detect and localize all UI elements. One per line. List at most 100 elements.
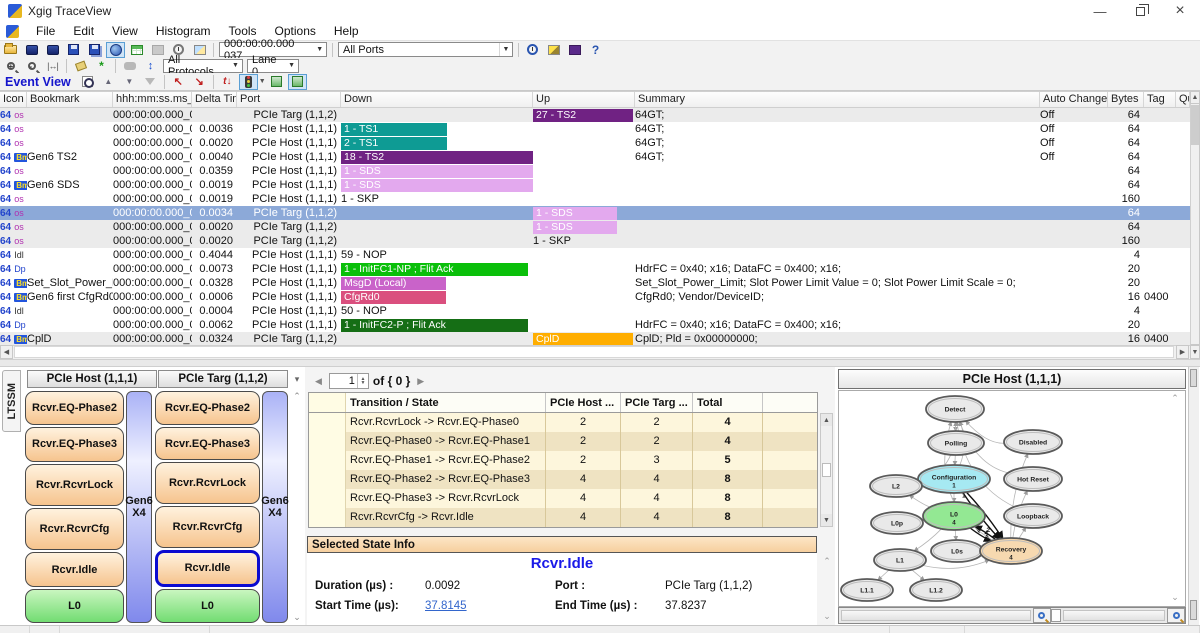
open-trace-button[interactable] <box>1 42 20 58</box>
search-button[interactable] <box>120 58 139 74</box>
column-header-hhh-mm-ss-ms-us[interactable]: hhh:mm:ss.ms_us <box>113 92 192 107</box>
table-row[interactable]: 64 BmGen6 TS2000:00:00.000_0370.0040PCIe… <box>0 150 1190 164</box>
transition-row[interactable]: Rcvr.RcvrLock -> Rcvr.EQ-Phase0224 <box>309 413 817 432</box>
report-button[interactable] <box>148 42 167 58</box>
table-row[interactable]: 64 os000:00:00.000_0370.0020PCIe Targ (1… <box>0 220 1190 234</box>
trigger-button[interactable]: t↓ <box>218 74 237 90</box>
zoom-track[interactable] <box>1063 610 1165 621</box>
chevron-down-icon[interactable]: ⌄ <box>823 611 831 622</box>
transition-row[interactable]: Rcvr.EQ-Phase3 -> Rcvr.RcvrLock448 <box>309 489 817 508</box>
updown-button[interactable]: ↕ <box>141 58 160 74</box>
ltssm-tab[interactable]: LTSSM <box>2 370 21 432</box>
horizontal-scroll-track[interactable] <box>14 346 1174 358</box>
state-node-configuration[interactable]: Configuration1 <box>918 465 990 493</box>
page-spinner[interactable]: 1 ▲▼ <box>329 373 369 389</box>
ltssm-state-rcvr-rcvrcfg[interactable]: Rcvr.RcvrCfg <box>155 506 260 548</box>
table-row[interactable]: 64 BmSet_Slot_Power_Limit000:00:00.000_0… <box>0 276 1190 290</box>
ltssm-state-rcvr-idle[interactable]: Rcvr.Idle <box>155 550 260 588</box>
scroll-up-button[interactable]: ▲ <box>1190 91 1200 104</box>
transition-column-0[interactable]: Transition / State <box>346 393 546 412</box>
column-header-delta-time[interactable]: Delta Time <box>192 92 237 107</box>
table-row[interactable]: 64 os000:00:00.000_0370.0359PCIe Host (1… <box>0 164 1190 178</box>
scroll-right-button[interactable]: ▶ <box>1176 345 1189 359</box>
close-button[interactable]: × <box>1160 0 1200 22</box>
table-row[interactable]: 64 BmCplD000:00:00.000_0380.0324PCIe Tar… <box>0 332 1190 345</box>
chevron-up-icon[interactable]: ⌃ <box>293 391 301 402</box>
select-event-button[interactable] <box>78 74 97 90</box>
import-button[interactable] <box>22 42 41 58</box>
transition-row[interactable]: Rcvr.RcvrCfg -> Rcvr.Idle448 <box>309 508 817 527</box>
zoom-track[interactable] <box>841 610 1031 621</box>
menu-view[interactable]: View <box>103 24 147 38</box>
column-header-summary[interactable]: Summary <box>635 92 1040 107</box>
capture-view-button[interactable] <box>106 42 125 58</box>
ltssm-state-rcvr-eq-phase2[interactable]: Rcvr.EQ-Phase2 <box>25 391 124 425</box>
chevron-down-icon[interactable]: ▼ <box>259 78 266 85</box>
table-row[interactable]: 64 Dp000:00:00.000_0380.0062PCIe Host (1… <box>0 318 1190 332</box>
ltssm-state-rcvr-rcvrcfg[interactable]: Rcvr.RcvrCfg <box>25 508 124 550</box>
ltssm-state-rcvr-eq-phase2[interactable]: Rcvr.EQ-Phase2 <box>155 391 260 425</box>
fit-width-button[interactable]: |↔| <box>43 58 62 74</box>
traffic-light-button[interactable] <box>239 74 258 90</box>
ltssm-state-l0[interactable]: L0 <box>25 589 124 623</box>
state-node-l0[interactable]: L04 <box>923 502 985 530</box>
protocols-combo[interactable]: All Protocols ▼ <box>163 59 243 73</box>
column-header-qu[interactable]: Qu <box>1176 92 1190 107</box>
table-row[interactable]: 64 Idl000:00:00.000_0380.0004PCIe Host (… <box>0 304 1190 318</box>
ports-combo[interactable]: All Ports ▼ <box>338 42 513 57</box>
menu-options[interactable]: Options <box>266 24 325 38</box>
chevron-up-icon[interactable]: ⌃ <box>823 556 831 567</box>
menu-help[interactable]: Help <box>325 24 368 38</box>
filter-button[interactable] <box>141 74 160 90</box>
expand-all-button[interactable] <box>267 74 286 90</box>
state-node-l1[interactable]: L1 <box>874 549 926 571</box>
menu-histogram[interactable]: Histogram <box>147 24 220 38</box>
scroll-down-button[interactable]: ▼ <box>821 514 832 526</box>
ltssm-state-rcvr-eq-phase3[interactable]: Rcvr.EQ-Phase3 <box>25 427 124 461</box>
scroll-left-button[interactable]: ◀ <box>0 345 13 359</box>
state-node-disabled[interactable]: Disabled <box>1004 430 1062 454</box>
state-node-detect[interactable]: Detect <box>926 396 984 422</box>
diagram-zoom-out-button[interactable] <box>1033 608 1051 623</box>
table-row[interactable]: 64 os000:00:00.000_0370.0034PCIe Targ (1… <box>0 206 1190 220</box>
export-button[interactable] <box>43 42 62 58</box>
nav-prev-button[interactable]: ◀ <box>312 376 325 387</box>
transition-row[interactable]: Rcvr.EQ-Phase1 -> Rcvr.EQ-Phase2235 <box>309 451 817 470</box>
zoom-in-button[interactable]: + <box>1 58 20 74</box>
statistics-button[interactable] <box>523 42 542 58</box>
scroll-down-button[interactable]: ▼ <box>1190 345 1200 359</box>
vertical-scroll-thumb[interactable] <box>1191 105 1199 145</box>
tag-button[interactable] <box>71 58 90 74</box>
sync-button[interactable]: * <box>92 58 111 74</box>
side-tab-handle[interactable] <box>1190 369 1197 387</box>
menu-edit[interactable]: Edit <box>64 24 103 38</box>
save-all-button[interactable] <box>85 42 104 58</box>
side-tab-handle[interactable] <box>1190 600 1197 620</box>
column-header-icon[interactable]: Icon <box>0 92 27 107</box>
state-node-recovery[interactable]: Recovery4 <box>980 538 1042 564</box>
table-row[interactable]: 64 BmGen6 SDS000:00:00.000_0370.0019PCIe… <box>0 178 1190 192</box>
zoom-out-button[interactable]: - <box>22 58 41 74</box>
transition-column-3[interactable]: Total <box>693 393 763 412</box>
minimize-button[interactable]: — <box>1080 0 1120 22</box>
transition-row[interactable]: Rcvr.EQ-Phase2 -> Rcvr.EQ-Phase3448 <box>309 470 817 489</box>
ltssm-state-rcvr-idle[interactable]: Rcvr.Idle <box>25 552 124 586</box>
panel-splitter[interactable] <box>0 359 1200 367</box>
next-event-button[interactable]: ▼ <box>120 74 139 90</box>
state-node-l2[interactable]: L2 <box>870 475 922 497</box>
transition-scrollbar[interactable]: ▲ ▼ <box>820 413 833 527</box>
jump-next-button[interactable]: ↘ <box>190 74 209 90</box>
diagram-zoom-in-button[interactable] <box>1167 608 1185 623</box>
table-row[interactable]: 64 os000:00:00.000_0370.0036PCIe Host (1… <box>0 122 1190 136</box>
transition-column-2[interactable]: PCIe Targ ... <box>621 393 693 412</box>
column-header-bytes[interactable]: Bytes <box>1108 92 1144 107</box>
nav-next-button[interactable]: ▶ <box>414 376 427 387</box>
lane-combo[interactable]: Lane 0 ▼ <box>247 59 299 73</box>
column-header-tag[interactable]: Tag <box>1144 92 1176 107</box>
column-header-up[interactable]: Up <box>533 92 635 107</box>
zoom-slider-thumb[interactable] <box>1051 609 1061 622</box>
transition-column-1[interactable]: PCIe Host ... <box>546 393 621 412</box>
column-header-auto-change[interactable]: Auto Change <box>1040 92 1108 107</box>
chevron-up-icon[interactable]: ⌃ <box>1171 393 1179 404</box>
save-button[interactable] <box>64 42 83 58</box>
